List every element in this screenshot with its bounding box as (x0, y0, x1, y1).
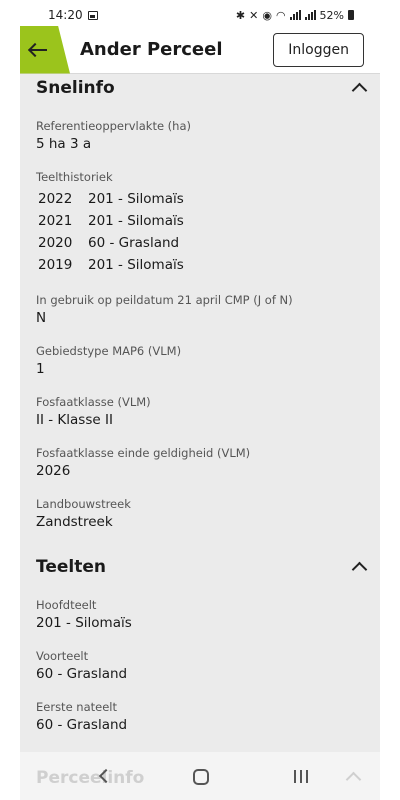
field-value: 2026 (36, 463, 71, 479)
field-label: Fosfaatklasse einde geldigheid (VLM) (36, 446, 251, 460)
gebiedstype-field: Gebiedstype MAP6 (VLM) 1 (36, 343, 366, 378)
history-year: 2019 (38, 257, 73, 273)
field-value: 1 (36, 361, 45, 377)
nateelt-field: Eerste nateelt 60 - Grasland (36, 699, 366, 734)
field-value: N (36, 310, 47, 326)
field-label: Gebiedstype MAP6 (VLM) (36, 344, 182, 358)
bluetooth-icon: ✱ (235, 8, 246, 22)
snelinfo-section-header[interactable]: Snelinfo (36, 74, 366, 102)
signal-icon-2 (304, 10, 316, 20)
voorteelt-field: Voorteelt 60 - Grasland (36, 648, 366, 683)
back-button[interactable] (20, 25, 70, 74)
teelten-title: Teelten (36, 557, 106, 577)
nav-recent-apps-icon[interactable] (294, 770, 308, 783)
history-row: 2022 201 - Silomaïs (36, 188, 366, 210)
field-label: Referentieoppervlakte (ha) (36, 119, 191, 133)
history-row: 2020 60 - Grasland (36, 232, 366, 254)
teelthistoriek-field: Teelthistoriek 2022 201 - Silomaïs 2021 … (36, 169, 366, 276)
field-value: 60 - Grasland (36, 666, 128, 682)
referentie-field: Referentieoppervlakte (ha) 5 ha 3 a (36, 118, 366, 153)
mute-icon: ✕ (249, 8, 259, 22)
fosfaatklasse-einde-field: Fosfaatklasse einde geldigheid (VLM) 202… (36, 445, 366, 480)
ingebruik-field: In gebruik op peildatum 21 april CMP (J … (36, 292, 366, 327)
nav-home-icon[interactable] (193, 769, 209, 785)
field-value: 201 - Silomaïs (36, 615, 132, 631)
landbouwstreek-field: Landbouwstreek Zandstreek (36, 496, 366, 531)
bottom-sheet-bar[interactable]: Perceelinfo (20, 752, 380, 800)
field-label: Teelthistoriek (36, 170, 113, 184)
field-value: 5 ha 3 a (36, 136, 92, 152)
history-year: 2020 (38, 235, 73, 251)
location-icon: ◉ (262, 8, 272, 22)
field-label: Hoofdteelt (36, 598, 97, 612)
app-frame: 14:20 ✱ ✕ ◉ ◠ 52% Ander Perceel Inloggen… (20, 0, 380, 800)
history-crop: 201 - Silomaïs (88, 191, 184, 207)
login-button[interactable]: Inloggen (273, 32, 364, 67)
field-value: II - Klasse II (36, 412, 113, 428)
gallery-notification-icon (87, 10, 98, 20)
fosfaatklasse-field: Fosfaatklasse (VLM) II - Klasse II (36, 394, 366, 429)
field-label: Landbouwstreek (36, 497, 131, 511)
history-row: 2019 201 - Silomaïs (36, 254, 366, 276)
signal-icon (289, 10, 301, 20)
history-year: 2022 (38, 191, 73, 207)
history-crop: 60 - Grasland (88, 235, 180, 251)
history-list: 2022 201 - Silomaïs 2021 201 - Silomaïs … (36, 188, 366, 276)
arrow-left-icon (28, 43, 48, 57)
history-row: 2021 201 - Silomaïs (36, 210, 366, 232)
teelten-section-header[interactable]: Teelten (36, 553, 366, 581)
perceelinfo-label: Perceelinfo (36, 768, 145, 788)
app-header: Ander Perceel Inloggen (20, 25, 380, 74)
battery-percent: 52% (319, 8, 344, 22)
wifi-icon: ◠ (275, 8, 286, 22)
history-crop: 201 - Silomaïs (88, 213, 184, 229)
field-label: In gebruik op peildatum 21 april CMP (J … (36, 293, 293, 307)
main-content: Snelinfo Referentieoppervlakte (ha) 5 ha… (36, 74, 366, 734)
field-label: Eerste nateelt (36, 700, 117, 714)
chevron-up-icon[interactable] (352, 560, 366, 574)
field-label: Voorteelt (36, 649, 89, 663)
status-time: 14:20 (48, 8, 83, 22)
nav-back-icon[interactable] (98, 770, 110, 782)
field-value: Zandstreek (36, 514, 113, 530)
history-crop: 201 - Silomaïs (88, 257, 184, 273)
field-value: 60 - Grasland (36, 717, 128, 733)
snelinfo-title: Snelinfo (36, 78, 115, 98)
battery-icon (348, 10, 354, 20)
field-label: Fosfaatklasse (VLM) (36, 395, 151, 409)
hoofdteelt-field: Hoofdteelt 201 - Silomaïs (36, 597, 366, 632)
history-year: 2021 (38, 213, 73, 229)
chevron-up-icon[interactable] (346, 770, 360, 784)
page-title: Ander Perceel (80, 39, 223, 60)
chevron-up-icon[interactable] (352, 81, 366, 95)
